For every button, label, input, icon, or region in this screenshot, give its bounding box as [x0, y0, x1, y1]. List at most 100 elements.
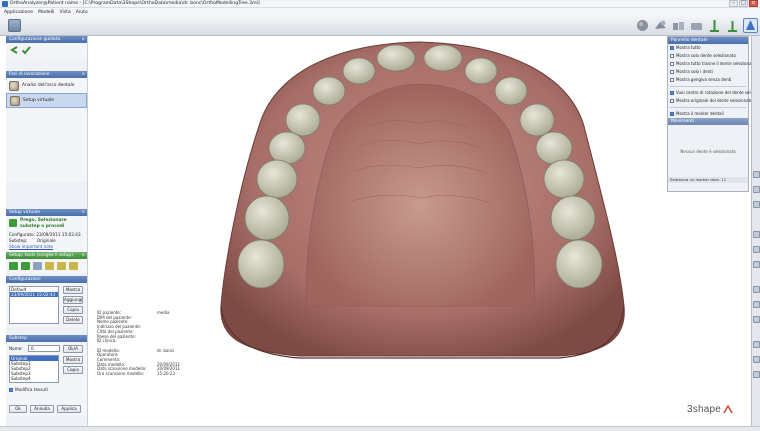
patient-info: ID paziente: media DIM del paziente: Nome… — [97, 310, 180, 377]
config-copy-button[interactable]: Copia — [63, 306, 83, 314]
setup-panel-title: Setup virtuale — [9, 210, 40, 215]
modify-tissue-checkbox[interactable] — [9, 388, 13, 392]
tool-strip-icon[interactable] — [753, 231, 760, 238]
menu-modelli[interactable]: Modelli — [38, 10, 54, 15]
checkbox[interactable] — [670, 78, 674, 82]
right-tool-strip — [751, 36, 760, 426]
important-note-link[interactable]: Show important note — [9, 244, 84, 250]
config-list[interactable]: Default 23/09/2011 15:02:43 — [9, 286, 59, 324]
right-arrow-icon[interactable] — [21, 262, 30, 270]
checkbox[interactable] — [670, 46, 674, 50]
main-toolbar — [0, 16, 760, 36]
checkbox[interactable] — [670, 70, 674, 74]
wizard-panel-header: Configurazione guidata × — [6, 36, 87, 43]
setup-tool-icon[interactable] — [743, 18, 758, 33]
step-label: Analisi dell'arco dentale — [22, 83, 75, 88]
ok-button[interactable]: Ok — [9, 405, 27, 413]
menu-vista[interactable]: Vista — [59, 10, 70, 15]
tooth-movement-icon[interactable] — [707, 18, 722, 33]
tooth — [423, 44, 463, 72]
setup-panel-close[interactable]: × — [81, 210, 85, 215]
app-icon — [2, 0, 8, 7]
divider — [670, 86, 746, 87]
tool-strip-icon[interactable] — [753, 316, 760, 323]
menu-aiuto[interactable]: Aiuto — [76, 10, 88, 15]
config-delete-button[interactable]: Delete — [63, 316, 83, 324]
minimize-button[interactable]: – — [729, 0, 738, 7]
compare-icon[interactable] — [653, 18, 668, 33]
tooth-panel-header: Pannello dentale — [668, 37, 748, 44]
tooth — [237, 239, 285, 289]
tool-strip-icon[interactable] — [753, 201, 760, 208]
option-label: Mostra gengiva senza denti — [676, 77, 732, 82]
option-label: Mostra il marker dentali — [676, 111, 724, 116]
maximize-button[interactable]: □ — [739, 0, 748, 7]
option-show-original[interactable]: Mostra originale del dente selezionato — [668, 97, 753, 105]
substep-show-button[interactable]: Mostra — [63, 356, 83, 364]
crown-tool-2-icon[interactable] — [57, 262, 66, 270]
tool-strip-icon[interactable] — [753, 371, 760, 378]
crown-tool-icon[interactable] — [45, 262, 54, 270]
option-rotation-center[interactable]: Vuoi centro di rotazione del dente sele.… — [668, 89, 757, 97]
occlusion-icon[interactable] — [689, 18, 704, 33]
setup-panel-body: Prego, Selezionare substep o procedi Con… — [6, 216, 87, 252]
modify-tissue-row[interactable]: Modifica tessuti — [9, 387, 48, 392]
config-panel-header: Configurazioni — [6, 276, 87, 283]
substep-list[interactable]: Original Substep1 Substep2 Substep3 Subs… — [9, 355, 59, 383]
option-show-all[interactable]: Mostra tutto — [668, 44, 748, 52]
models-icon[interactable] — [671, 18, 686, 33]
option-show-teeth[interactable]: Mostra solo i denti — [668, 68, 748, 76]
tooth-panel-footer: Seleziona un marker dent. 11 — [668, 177, 748, 183]
3d-viewport[interactable]: ID paziente: media DIM del paziente: Nome… — [89, 36, 751, 426]
checkbox[interactable] — [670, 54, 674, 58]
option-show-markers[interactable]: Mostra il marker dentali — [668, 110, 748, 118]
checkbox[interactable] — [670, 91, 674, 95]
checkbox[interactable] — [670, 62, 674, 66]
cancel-button[interactable]: Annulla — [30, 405, 54, 413]
option-label: Mostra tutto — [676, 45, 701, 50]
left-arrow-icon[interactable] — [9, 262, 18, 270]
dental-model-svg[interactable] — [89, 36, 751, 426]
tool-strip-icon[interactable] — [753, 286, 760, 293]
sphere-icon[interactable] — [635, 18, 650, 33]
tool-strip-icon[interactable] — [753, 341, 760, 348]
tooth-tool-icon[interactable] — [33, 262, 42, 270]
tool-strip-icon[interactable] — [753, 301, 760, 308]
option-show-except-selected[interactable]: Mostra tutto tranne il dente selezionato — [668, 60, 755, 68]
check-icon[interactable] — [21, 45, 31, 57]
checkbox[interactable] — [670, 112, 674, 116]
config-item[interactable]: 23/09/2011 15:02:43 — [10, 292, 58, 297]
tools-panel-close[interactable]: × — [81, 253, 85, 258]
brand-mark-icon — [723, 405, 733, 414]
apply-button[interactable]: Applica — [57, 405, 81, 413]
tool-strip-icon[interactable] — [753, 171, 760, 178]
tool-strip-icon[interactable] — [753, 246, 760, 253]
substep-copy-button[interactable]: Copia — [63, 366, 83, 374]
tooth — [555, 239, 603, 289]
close-button[interactable]: × — [749, 0, 758, 7]
option-show-gum[interactable]: Mostra gengiva senza denti — [668, 76, 748, 84]
step-virtual-setup[interactable]: Setup virtuale — [6, 93, 87, 108]
config-add-button[interactable]: Aggiungi — [63, 296, 83, 304]
wizard-panel-close[interactable]: × — [81, 37, 85, 42]
crown-tool-3-icon[interactable] — [69, 262, 78, 270]
steps-panel-close[interactable]: × — [81, 72, 85, 77]
arch-icon[interactable] — [725, 18, 740, 33]
checkbox[interactable] — [670, 99, 674, 103]
sidebar-footer: Ok Annulla Applica — [6, 402, 87, 416]
option-show-selected[interactable]: Mostra solo dente selezionato — [668, 52, 748, 60]
substep-name-field[interactable]: 0 — [28, 345, 60, 352]
substep-item[interactable]: Substep4 — [10, 376, 58, 381]
brand-logo: 3shape — [687, 404, 733, 415]
tool-strip-icon[interactable] — [753, 186, 760, 193]
step-arch-analysis[interactable]: Analisi dell'arco dentale — [6, 78, 87, 93]
substep-rename-button[interactable]: Ok/A — [63, 345, 83, 353]
tool-strip-icon[interactable] — [753, 356, 760, 363]
config-show-button[interactable]: Mostra — [63, 286, 83, 294]
home-button[interactable] — [8, 19, 21, 32]
wizard-panel-body — [6, 43, 87, 59]
back-arrow-icon[interactable] — [9, 45, 19, 57]
info-value: 15:20:23 — [157, 371, 175, 377]
menu-applicazione[interactable]: Applicazione — [4, 10, 33, 15]
tool-strip-icon[interactable] — [753, 261, 760, 268]
